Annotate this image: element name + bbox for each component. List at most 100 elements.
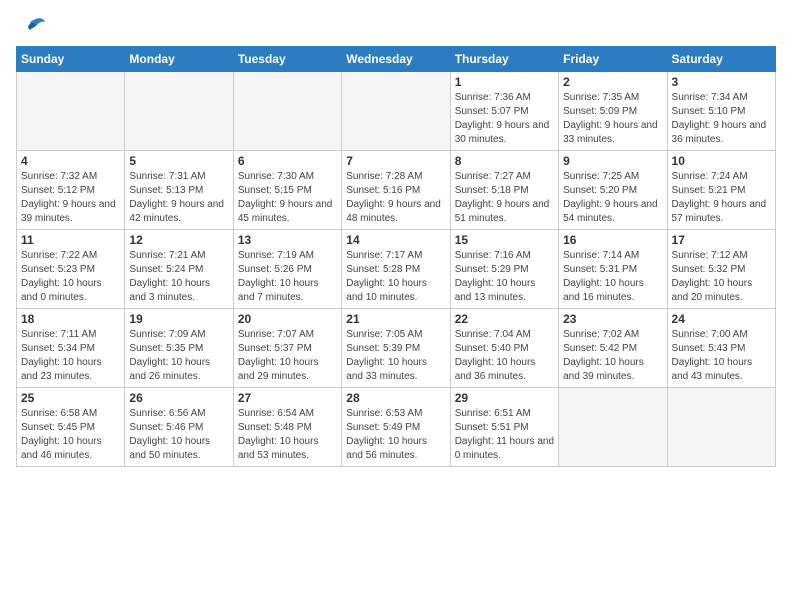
weekday-header: Monday: [125, 47, 233, 72]
weekday-header: Friday: [559, 47, 667, 72]
day-number: 2: [563, 75, 662, 89]
weekday-header: Tuesday: [233, 47, 341, 72]
calendar-table: SundayMondayTuesdayWednesdayThursdayFrid…: [16, 46, 776, 467]
calendar-cell: 28 Sunrise: 6:53 AM Sunset: 5:49 PM Dayli…: [342, 388, 450, 467]
calendar-cell: [667, 388, 775, 467]
day-number: 12: [129, 233, 228, 247]
calendar-cell: 8 Sunrise: 7:27 AM Sunset: 5:18 PM Daylig…: [450, 151, 558, 230]
day-info: Sunrise: 6:56 AM Sunset: 5:46 PM Dayligh…: [129, 407, 228, 463]
calendar-cell: 15 Sunrise: 7:16 AM Sunset: 5:29 PM Dayli…: [450, 230, 558, 309]
day-number: 8: [455, 154, 554, 168]
day-info: Sunrise: 7:05 AM Sunset: 5:39 PM Dayligh…: [346, 328, 445, 384]
day-info: Sunrise: 7:00 AM Sunset: 5:43 PM Dayligh…: [672, 328, 771, 384]
calendar-cell: 2 Sunrise: 7:35 AM Sunset: 5:09 PM Daylig…: [559, 72, 667, 151]
day-number: 9: [563, 154, 662, 168]
calendar-week-row: 18 Sunrise: 7:11 AM Sunset: 5:34 PM Dayli…: [17, 309, 776, 388]
day-info: Sunrise: 7:21 AM Sunset: 5:24 PM Dayligh…: [129, 249, 228, 305]
day-number: 14: [346, 233, 445, 247]
day-number: 23: [563, 312, 662, 326]
calendar-cell: 29 Sunrise: 6:51 AM Sunset: 5:51 PM Dayli…: [450, 388, 558, 467]
calendar-cell: 7 Sunrise: 7:28 AM Sunset: 5:16 PM Daylig…: [342, 151, 450, 230]
day-info: Sunrise: 7:27 AM Sunset: 5:18 PM Dayligh…: [455, 170, 554, 226]
calendar-cell: 27 Sunrise: 6:54 AM Sunset: 5:48 PM Dayli…: [233, 388, 341, 467]
logo-icon: [16, 16, 46, 38]
day-number: 17: [672, 233, 771, 247]
calendar-cell: 6 Sunrise: 7:30 AM Sunset: 5:15 PM Daylig…: [233, 151, 341, 230]
day-info: Sunrise: 7:19 AM Sunset: 5:26 PM Dayligh…: [238, 249, 337, 305]
day-number: 7: [346, 154, 445, 168]
calendar-cell: 23 Sunrise: 7:02 AM Sunset: 5:42 PM Dayli…: [559, 309, 667, 388]
calendar-cell: 14 Sunrise: 7:17 AM Sunset: 5:28 PM Dayli…: [342, 230, 450, 309]
page-header: [16, 16, 776, 38]
day-number: 26: [129, 391, 228, 405]
day-info: Sunrise: 7:36 AM Sunset: 5:07 PM Dayligh…: [455, 91, 554, 147]
day-number: 1: [455, 75, 554, 89]
calendar-cell: 19 Sunrise: 7:09 AM Sunset: 5:35 PM Dayli…: [125, 309, 233, 388]
day-number: 18: [21, 312, 120, 326]
calendar-week-row: 25 Sunrise: 6:58 AM Sunset: 5:45 PM Dayli…: [17, 388, 776, 467]
calendar-cell: 24 Sunrise: 7:00 AM Sunset: 5:43 PM Dayli…: [667, 309, 775, 388]
day-number: 29: [455, 391, 554, 405]
calendar-cell: 16Sunrise: 7:14 AM Sunset: 5:31 PM Dayli…: [559, 230, 667, 309]
day-number: 20: [238, 312, 337, 326]
day-info: Sunrise: 7:16 AM Sunset: 5:29 PM Dayligh…: [455, 249, 554, 305]
weekday-header: Sunday: [17, 47, 125, 72]
day-info: Sunrise: 7:11 AM Sunset: 5:34 PM Dayligh…: [21, 328, 120, 384]
calendar-week-row: 1 Sunrise: 7:36 AM Sunset: 5:07 PM Daylig…: [17, 72, 776, 151]
day-info: Sunrise: 7:35 AM Sunset: 5:09 PM Dayligh…: [563, 91, 662, 147]
calendar-cell: 26 Sunrise: 6:56 AM Sunset: 5:46 PM Dayli…: [125, 388, 233, 467]
day-number: 27: [238, 391, 337, 405]
day-info: Sunrise: 7:32 AM Sunset: 5:12 PM Dayligh…: [21, 170, 120, 226]
day-info: Sunrise: 6:51 AM Sunset: 5:51 PM Dayligh…: [455, 407, 554, 463]
day-info: Sunrise: 7:12 AM Sunset: 5:32 PM Dayligh…: [672, 249, 771, 305]
calendar-cell: 13Sunrise: 7:19 AM Sunset: 5:26 PM Dayli…: [233, 230, 341, 309]
day-info: Sunrise: 7:17 AM Sunset: 5:28 PM Dayligh…: [346, 249, 445, 305]
calendar-cell: [342, 72, 450, 151]
calendar-cell: 12 Sunrise: 7:21 AM Sunset: 5:24 PM Dayli…: [125, 230, 233, 309]
calendar-week-row: 11 Sunrise: 7:22 AM Sunset: 5:23 PM Dayli…: [17, 230, 776, 309]
weekday-header: Wednesday: [342, 47, 450, 72]
calendar-cell: [559, 388, 667, 467]
calendar-cell: 4 Sunrise: 7:32 AM Sunset: 5:12 PM Daylig…: [17, 151, 125, 230]
day-info: Sunrise: 7:02 AM Sunset: 5:42 PM Dayligh…: [563, 328, 662, 384]
logo: [16, 16, 50, 38]
calendar-cell: 17 Sunrise: 7:12 AM Sunset: 5:32 PM Dayli…: [667, 230, 775, 309]
day-info: Sunrise: 7:30 AM Sunset: 5:15 PM Dayligh…: [238, 170, 337, 226]
calendar-cell: 22Sunrise: 7:04 AM Sunset: 5:40 PM Dayli…: [450, 309, 558, 388]
day-info: Sunrise: 7:25 AM Sunset: 5:20 PM Dayligh…: [563, 170, 662, 226]
calendar-cell: [17, 72, 125, 151]
day-number: 16: [563, 233, 662, 247]
calendar-cell: 5Sunrise: 7:31 AM Sunset: 5:13 PM Daylig…: [125, 151, 233, 230]
calendar-week-row: 4 Sunrise: 7:32 AM Sunset: 5:12 PM Daylig…: [17, 151, 776, 230]
day-info: Sunrise: 6:54 AM Sunset: 5:48 PM Dayligh…: [238, 407, 337, 463]
day-info: Sunrise: 7:34 AM Sunset: 5:10 PM Dayligh…: [672, 91, 771, 147]
calendar-cell: [233, 72, 341, 151]
day-info: Sunrise: 7:04 AM Sunset: 5:40 PM Dayligh…: [455, 328, 554, 384]
calendar-cell: 9 Sunrise: 7:25 AM Sunset: 5:20 PM Daylig…: [559, 151, 667, 230]
day-info: Sunrise: 7:24 AM Sunset: 5:21 PM Dayligh…: [672, 170, 771, 226]
day-number: 4: [21, 154, 120, 168]
day-number: 15: [455, 233, 554, 247]
calendar-cell: 3 Sunrise: 7:34 AM Sunset: 5:10 PM Daylig…: [667, 72, 775, 151]
weekday-header: Saturday: [667, 47, 775, 72]
day-number: 25: [21, 391, 120, 405]
day-info: Sunrise: 7:28 AM Sunset: 5:16 PM Dayligh…: [346, 170, 445, 226]
calendar-cell: 21 Sunrise: 7:05 AM Sunset: 5:39 PM Dayli…: [342, 309, 450, 388]
calendar-cell: [125, 72, 233, 151]
day-number: 21: [346, 312, 445, 326]
day-number: 3: [672, 75, 771, 89]
calendar-cell: 18 Sunrise: 7:11 AM Sunset: 5:34 PM Dayli…: [17, 309, 125, 388]
day-number: 11: [21, 233, 120, 247]
day-number: 24: [672, 312, 771, 326]
day-info: Sunrise: 7:07 AM Sunset: 5:37 PM Dayligh…: [238, 328, 337, 384]
day-number: 6: [238, 154, 337, 168]
day-number: 10: [672, 154, 771, 168]
day-info: Sunrise: 6:53 AM Sunset: 5:49 PM Dayligh…: [346, 407, 445, 463]
day-info: Sunrise: 6:58 AM Sunset: 5:45 PM Dayligh…: [21, 407, 120, 463]
day-number: 19: [129, 312, 228, 326]
day-number: 28: [346, 391, 445, 405]
calendar-cell: 20 Sunrise: 7:07 AM Sunset: 5:37 PM Dayli…: [233, 309, 341, 388]
day-info: Sunrise: 7:22 AM Sunset: 5:23 PM Dayligh…: [21, 249, 120, 305]
calendar-cell: 1 Sunrise: 7:36 AM Sunset: 5:07 PM Daylig…: [450, 72, 558, 151]
day-info: Sunrise: 7:09 AM Sunset: 5:35 PM Dayligh…: [129, 328, 228, 384]
